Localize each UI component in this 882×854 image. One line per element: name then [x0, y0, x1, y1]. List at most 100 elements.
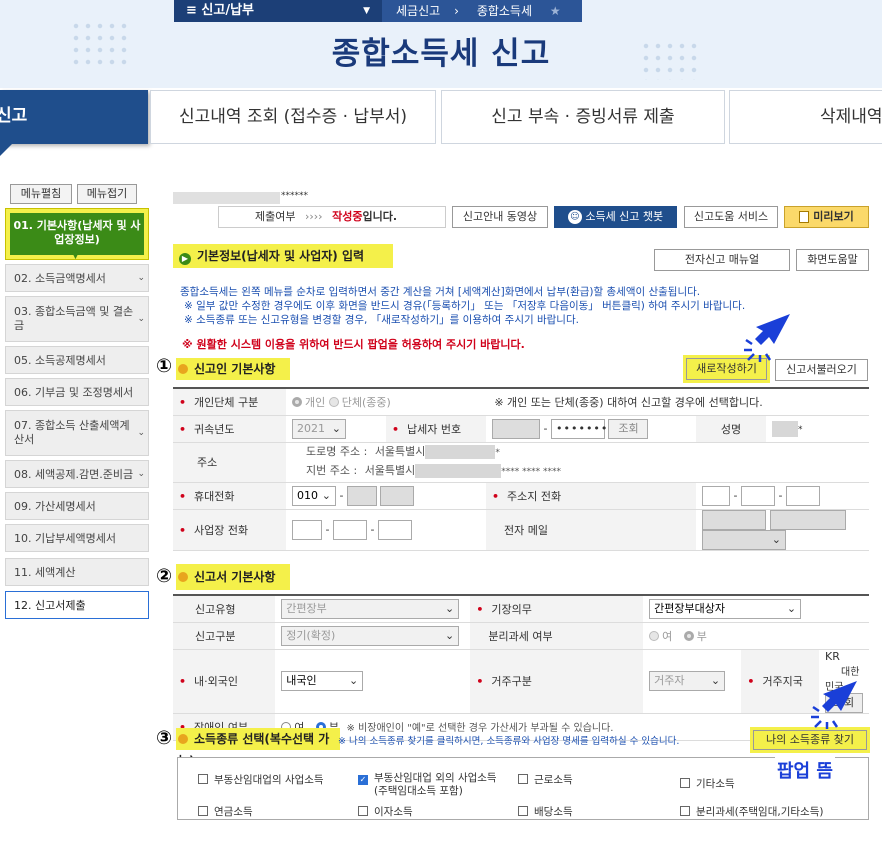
taxid-label: 납세자 번호 — [386, 415, 486, 443]
income-option[interactable]: 부동산임대업의 사업소득 — [198, 772, 324, 787]
top-nav-bar: ≡ 신고/납부 ▼ 세금신고 › 종합소득세 ★ — [0, 0, 882, 22]
checkbox — [198, 806, 208, 816]
chevron-down-icon: ⌄ — [137, 273, 145, 283]
taxid-lookup-button[interactable]: 조회 — [608, 418, 649, 439]
radio-separate-yes[interactable] — [649, 630, 660, 641]
income-option[interactable]: 배당소득 — [518, 804, 573, 819]
checkbox — [198, 774, 208, 784]
breadcrumb-item[interactable]: 세금신고 — [382, 0, 454, 22]
sidebar-item-penalty[interactable]: 09. 가산세명세서 — [5, 492, 149, 520]
help-service-button[interactable]: 신고도움 서비스 — [684, 206, 778, 228]
residence-select[interactable]: 거주자 — [649, 671, 726, 691]
sidebar-item-submit[interactable]: 12. 신고서제출 — [5, 591, 149, 619]
mobile-last-input[interactable] — [380, 485, 415, 506]
submit-status: 제출여부 ›››› 작성중입니다. — [218, 206, 446, 228]
income-option[interactable]: 근로소득 — [518, 772, 573, 787]
page-title: 종합소득세 신고 — [331, 36, 551, 72]
menu-collapse-button[interactable]: 메뉴접기 — [77, 184, 137, 204]
sidebar-item-label: 01. 기본사항(납세자 및 사업장정보) — [10, 213, 144, 255]
bookkeeping-label: 기장의무 — [470, 595, 644, 623]
star-icon[interactable]: ★ — [550, 0, 561, 22]
breadcrumb: 세금신고 › 종합소득세 ★ — [382, 0, 582, 22]
biz-phone-area[interactable] — [292, 519, 322, 540]
year-label: 귀속년도 — [173, 415, 286, 443]
sidebar-item-income-statement[interactable]: 02. 소득금액명세서 ⌄ — [5, 264, 149, 292]
home-phone-label: 주소지 전화 — [486, 482, 696, 510]
biz-phone-mid[interactable] — [332, 519, 367, 540]
checkbox — [518, 806, 528, 816]
chatbot-button[interactable]: ☺ 소득세 신고 챗봇 — [554, 206, 677, 228]
mobile-mid-input[interactable] — [346, 485, 377, 506]
username-suffix: ****** — [281, 191, 308, 201]
preview-button[interactable]: 미리보기 — [784, 206, 869, 228]
report-kind-select[interactable]: 정기(확정) — [281, 625, 460, 646]
checkbox — [518, 774, 528, 784]
sidebar-item-credits[interactable]: 08. 세액공제.감면.준비금 ⌄ — [5, 460, 149, 488]
disabled-note: ※ 비장애인이 "예"로 선택한 경우 가산세가 부과될 수 있습니다. — [346, 722, 614, 734]
menu-label: ≡ 신고/납부 — [186, 3, 255, 18]
radio-individual[interactable] — [292, 396, 302, 407]
report-type-select[interactable]: 간편장부 — [281, 598, 460, 619]
section-number: ① — [156, 355, 173, 377]
taxid-front-input[interactable] — [492, 418, 540, 439]
taxid-back-input[interactable]: ••••••• — [550, 418, 607, 439]
lot-address: 지번 주소 : 서울특별시 **** **** **** — [306, 464, 562, 478]
checkbox-checked: ✓ — [358, 775, 368, 785]
mobile-prefix-select[interactable]: 010 — [292, 485, 336, 506]
mobile-label: 휴대전화 — [173, 482, 286, 510]
section-number: ② — [156, 565, 173, 587]
email-id-input[interactable] — [702, 509, 766, 530]
bookkeeping-select[interactable]: 간편장부대상자 — [649, 598, 802, 619]
breadcrumb-item[interactable]: 종합소득세 — [463, 0, 546, 22]
sidebar-item-tax-calc[interactable]: 11. 세액계산 — [5, 558, 149, 586]
menu-expand-button[interactable]: 메뉴펼침 — [10, 184, 72, 204]
section1-title: 신고인 기본사항 — [176, 358, 290, 380]
manual-button[interactable]: 전자신고 매뉴얼 — [654, 249, 790, 271]
separate-tax-label: 분리과세 여부 — [470, 622, 644, 650]
sidebar-item-donations[interactable]: 06. 기부금 및 조정명세서 — [5, 378, 149, 406]
income-option[interactable]: 분리과세(주택임대,기타소득) — [680, 804, 823, 819]
income-option[interactable]: 연금소득 — [198, 804, 253, 819]
chevron-down-icon: ⌄ — [137, 314, 145, 324]
name-label: 성명 — [696, 415, 766, 443]
tab-report[interactable]: 신고 — [0, 90, 148, 156]
nationality-select[interactable]: 내국인 — [281, 671, 364, 691]
home-phone-last[interactable] — [785, 485, 820, 506]
email-label: 전자 메일 — [486, 509, 696, 551]
biz-phone-label: 사업장 전화 — [173, 509, 286, 551]
bullet-icon — [178, 572, 188, 582]
report-type-label: 신고유형 — [173, 595, 276, 623]
name-redacted — [772, 420, 798, 437]
type-note: ※ 개인 또는 단체(종중) 대하여 신고할 경우에 선택합니다. — [494, 395, 763, 409]
income-option[interactable]: 기타소득 — [680, 776, 735, 791]
popup-note: 팝업 뜸 — [775, 757, 835, 783]
home-phone-mid[interactable] — [740, 485, 775, 506]
tab-deleted[interactable]: 삭제내역 — [729, 90, 882, 144]
bullet-icon — [178, 364, 188, 374]
sidebar-item-total-income[interactable]: 03. 종합소득금액 및 결손금 ⌄ — [5, 296, 149, 342]
section3-title: 소득종류 선택(복수선택 가능) — [176, 728, 340, 768]
sidebar-item-prepaid[interactable]: 10. 기납부세액명세서 — [5, 524, 149, 552]
screen-help-button[interactable]: 화면도움말 — [796, 249, 869, 271]
biz-phone-last[interactable] — [377, 519, 412, 540]
menu-dropdown[interactable]: ≡ 신고/납부 ▼ — [174, 0, 382, 22]
guide-video-button[interactable]: 신고안내 동영상 — [452, 206, 548, 228]
checkbox — [680, 778, 690, 788]
radio-group[interactable] — [328, 396, 339, 407]
radio-separate-no[interactable] — [683, 630, 694, 641]
sidebar-item-basic-info[interactable]: 01. 기본사항(납세자 및 사업장정보) ▼ — [5, 208, 149, 261]
taxpayer-form: 개인단체 구분 개인 단체(종중) ※ 개인 또는 단체(종중) 대하여 신고할… — [173, 387, 869, 551]
triangle-down-icon: ▼ — [72, 251, 79, 261]
income-option[interactable]: 이자소득 — [358, 804, 413, 819]
home-phone-area[interactable] — [702, 485, 730, 506]
tab-history[interactable]: 신고내역 조회 (접수증 · 납부서) — [150, 90, 436, 144]
income-option[interactable]: ✓ 부동산임대업 외의 사업소득 (주택임대소득 포함) — [358, 772, 528, 798]
year-select[interactable]: 2021 — [292, 418, 346, 439]
address-label: 주소 — [173, 442, 286, 483]
tab-attachments[interactable]: 신고 부속 · 증빙서류 제출 — [441, 90, 725, 144]
email-domain-input[interactable] — [769, 509, 846, 530]
road-address: 도로명 주소 : 서울특별시 * — [306, 445, 500, 459]
sidebar-item-deductions[interactable]: 05. 소득공제명세서 — [5, 346, 149, 374]
email-domain-select[interactable] — [702, 529, 786, 550]
sidebar-item-tax-calc-statement[interactable]: 07. 종합소득 산출세액계산서 ⌄ — [5, 410, 149, 456]
